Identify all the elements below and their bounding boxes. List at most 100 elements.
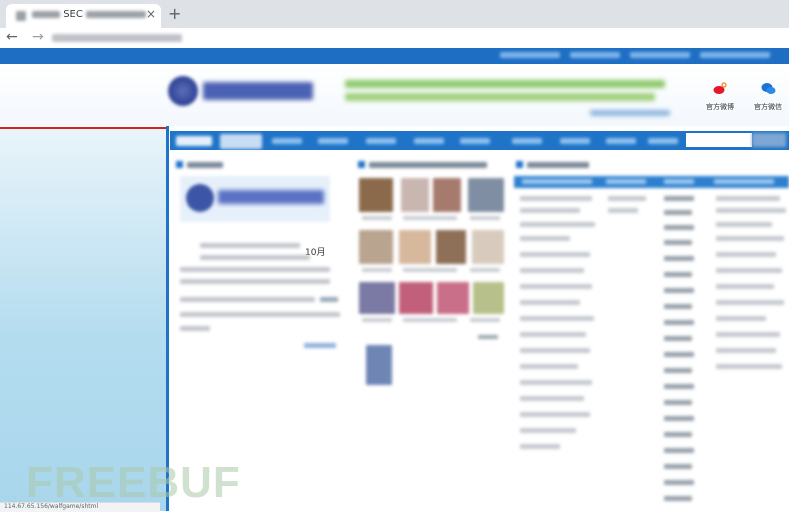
- table-cell[interactable]: [520, 348, 590, 353]
- photo-thumbnail[interactable]: [359, 282, 395, 314]
- table-cell[interactable]: [520, 236, 570, 241]
- search-input[interactable]: [686, 133, 752, 147]
- table-cell: [664, 240, 692, 245]
- table-cell[interactable]: [520, 364, 578, 369]
- nav-item[interactable]: [560, 138, 590, 144]
- table-cell[interactable]: [520, 428, 576, 433]
- search-button[interactable]: [752, 133, 786, 147]
- table-cell[interactable]: [520, 332, 586, 337]
- nav-item[interactable]: [318, 138, 348, 144]
- table-cell: [608, 196, 646, 201]
- table-cell: [716, 316, 766, 321]
- top-link[interactable]: [570, 52, 620, 58]
- top-link[interactable]: [700, 52, 770, 58]
- table-cell: [716, 222, 772, 227]
- back-icon[interactable]: ←: [6, 29, 18, 45]
- intro-more-link[interactable]: [320, 297, 338, 302]
- nav-item[interactable]: [272, 138, 302, 144]
- table-cell: [664, 272, 692, 277]
- forward-icon[interactable]: →: [32, 29, 44, 45]
- table-cell[interactable]: [520, 252, 590, 257]
- table-cell: [664, 448, 694, 453]
- intro-text-line: [200, 243, 300, 248]
- table-cell: [716, 348, 776, 353]
- nav-item[interactable]: [512, 138, 542, 144]
- nav-item[interactable]: [606, 138, 636, 144]
- table-cell: [664, 464, 692, 469]
- table-cell[interactable]: [520, 412, 590, 417]
- table-cell: [716, 284, 774, 289]
- table-cell: [664, 480, 694, 485]
- photo-thumbnail[interactable]: [472, 230, 504, 264]
- photo-thumbnail[interactable]: [399, 282, 433, 314]
- intro-text-line: [180, 267, 330, 272]
- table-cell: [664, 496, 692, 501]
- photo-thumbnail[interactable]: [399, 230, 431, 264]
- table-cell[interactable]: [520, 444, 560, 449]
- photo-thumbnail[interactable]: [437, 282, 469, 314]
- site-top-bar: [0, 48, 789, 64]
- photo-thumbnail[interactable]: [359, 230, 393, 264]
- browser-tab[interactable]: SEC ×: [6, 4, 161, 28]
- slogan-link[interactable]: [590, 110, 670, 116]
- photo-thumbnail[interactable]: [366, 345, 392, 385]
- photo-thumbnail[interactable]: [401, 178, 429, 212]
- photo-caption: [362, 318, 392, 322]
- table-cell: [664, 320, 694, 325]
- slogan-line: [345, 80, 665, 88]
- photo-thumbnail[interactable]: [468, 178, 504, 212]
- photo-thumbnail[interactable]: [359, 178, 393, 212]
- tab-close-icon[interactable]: ×: [146, 7, 156, 21]
- table-cell[interactable]: [520, 300, 580, 305]
- top-link[interactable]: [630, 52, 690, 58]
- table-cell: [608, 208, 638, 213]
- list-column-title: [516, 160, 589, 169]
- photo-caption: [362, 268, 392, 272]
- table-cell[interactable]: [520, 284, 592, 289]
- table-cell: [664, 336, 692, 341]
- nav-item[interactable]: [414, 138, 444, 144]
- nav-item[interactable]: [648, 138, 678, 144]
- photo-more-link[interactable]: [478, 335, 498, 339]
- intro-text-line: [200, 255, 310, 260]
- intro-text-line: [180, 312, 340, 317]
- top-link[interactable]: [500, 52, 560, 58]
- table-cell[interactable]: [520, 208, 580, 213]
- wechat-icon: [748, 82, 788, 99]
- photo-caption: [470, 318, 500, 322]
- table-cell[interactable]: [520, 222, 595, 227]
- table-cell[interactable]: [520, 380, 592, 385]
- nav-item-home[interactable]: [176, 136, 212, 146]
- url-field[interactable]: [52, 34, 182, 42]
- weixin-link[interactable]: 官方微信: [748, 82, 788, 112]
- site-logo-icon[interactable]: [168, 76, 198, 106]
- table-cell[interactable]: [520, 396, 584, 401]
- status-url: 114.67.65.156/walfgame/shtml: [4, 503, 99, 510]
- photo-thumbnail[interactable]: [473, 282, 504, 314]
- photo-caption: [470, 216, 500, 220]
- table-cell: [664, 288, 694, 293]
- table-header: [514, 176, 789, 188]
- table-cell: [664, 352, 694, 357]
- photo-column-title: [358, 160, 487, 169]
- intro-text-line: [180, 326, 210, 331]
- table-cell: [716, 196, 780, 201]
- weibo-link[interactable]: 官方微博: [700, 82, 740, 112]
- photo-caption: [403, 318, 457, 322]
- table-cell[interactable]: [520, 316, 594, 321]
- table-cell: [664, 256, 694, 261]
- table-cell[interactable]: [520, 268, 584, 273]
- photo-thumbnail[interactable]: [436, 230, 466, 264]
- intro-logo-icon: [186, 184, 214, 212]
- intro-more-link[interactable]: [304, 343, 336, 348]
- slogan-line: [345, 93, 655, 101]
- photo-caption: [403, 268, 457, 272]
- browser-tab-strip: SEC × +: [0, 0, 789, 28]
- photo-thumbnail[interactable]: [433, 178, 461, 212]
- nav-item[interactable]: [460, 138, 490, 144]
- table-cell: [716, 236, 784, 241]
- nav-item[interactable]: [366, 138, 396, 144]
- nav-item-active[interactable]: [220, 134, 262, 149]
- new-tab-icon[interactable]: +: [168, 4, 181, 23]
- table-cell[interactable]: [520, 196, 592, 201]
